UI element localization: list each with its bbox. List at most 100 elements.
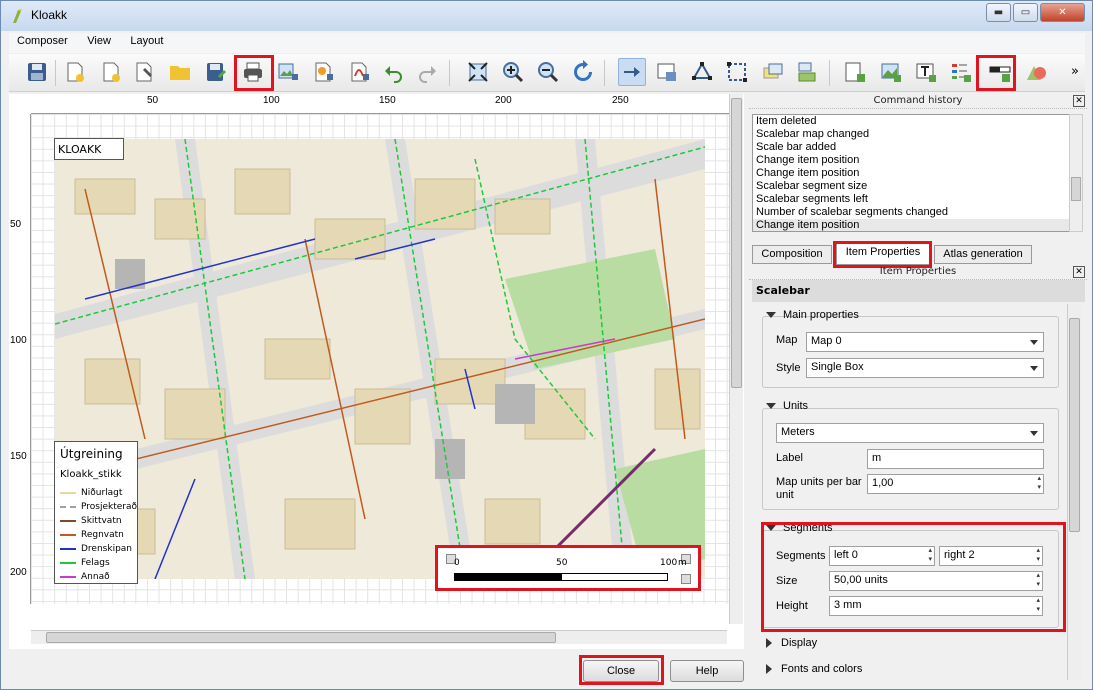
legend-entry-label: Felags	[81, 557, 110, 568]
map-label: Map	[776, 334, 798, 346]
align-items-icon[interactable]	[794, 58, 822, 86]
unit-label-input[interactable]: m	[867, 449, 1044, 469]
item-properties-panel-title: Item Properties	[749, 266, 1087, 280]
close-window-button[interactable]: ✕	[1040, 3, 1085, 22]
select-move-item-icon[interactable]	[618, 58, 646, 86]
export-image-icon[interactable]	[274, 58, 302, 86]
menu-bar: Composer View Layout	[9, 33, 1085, 53]
composer-window: Kloakk ▬ ▭ ✕ Composer View Layout » 50 1…	[0, 0, 1093, 690]
map-title-label[interactable]: KLOAKK	[54, 138, 124, 160]
history-item[interactable]: Scalebar segment size	[753, 180, 1071, 193]
edit-nodes-icon[interactable]	[688, 58, 716, 86]
add-legend-icon[interactable]	[947, 58, 975, 86]
help-button[interactable]: Help	[670, 660, 744, 682]
legend-entry: Skittvatn	[60, 514, 122, 527]
legend-item[interactable]: Útgreining Kloakk_stikk Niðurlagt Prosje…	[54, 441, 138, 584]
scroll-thumb[interactable]	[46, 632, 556, 643]
scroll-thumb[interactable]	[1071, 177, 1081, 201]
select-area-icon[interactable]	[723, 58, 751, 86]
canvas-horizontal-scrollbar[interactable]	[31, 630, 727, 644]
tab-atlas-generation[interactable]: Atlas generation	[934, 245, 1032, 264]
toolbar-overflow-icon[interactable]: »	[1071, 64, 1079, 79]
menu-view[interactable]: View	[79, 33, 119, 49]
group-title: Display	[781, 637, 818, 649]
history-item-selected[interactable]: Change item position	[753, 219, 1071, 231]
scroll-thumb[interactable]	[1069, 318, 1080, 532]
history-item[interactable]: Scalebar map changed	[753, 128, 1071, 141]
legend-entry-label: Annað	[81, 571, 110, 582]
style-combobox[interactable]: Single Box	[806, 358, 1044, 378]
duplicate-composer-icon[interactable]	[97, 58, 125, 86]
menu-composer[interactable]: Composer	[9, 33, 76, 49]
map-combobox[interactable]: Map 0	[806, 332, 1044, 352]
close-highlight	[579, 655, 664, 685]
units-header[interactable]: Units	[766, 400, 808, 412]
ruler-tick: 100	[263, 95, 280, 106]
ruler-tick: 50	[10, 219, 22, 230]
window-title: Kloakk	[31, 8, 68, 22]
display-header[interactable]: Display	[766, 637, 817, 649]
refresh-icon[interactable]	[569, 58, 597, 86]
history-item[interactable]: Scale bar added	[753, 141, 1071, 154]
legend-entry-label: Skittvatn	[81, 515, 122, 526]
tab-composition[interactable]: Composition	[752, 245, 832, 264]
add-page-icon[interactable]	[841, 58, 869, 86]
move-content-icon[interactable]	[653, 58, 681, 86]
units-combobox[interactable]: Meters	[776, 423, 1044, 443]
open-template-icon[interactable]	[166, 58, 194, 86]
zoom-full-icon[interactable]	[464, 58, 492, 86]
redo-icon[interactable]	[413, 58, 441, 86]
map-units-per-bar-spinbox[interactable]: 1,00	[867, 474, 1044, 494]
add-label-icon[interactable]	[912, 58, 940, 86]
add-map-icon[interactable]	[877, 58, 905, 86]
zoom-in-icon[interactable]	[499, 58, 527, 86]
legend-entry-label: Regnvatn	[81, 529, 124, 540]
title-bar: Kloakk ▬ ▭ ✕	[1, 1, 1092, 31]
history-item[interactable]: Item deleted	[753, 115, 1071, 128]
add-shape-icon[interactable]	[1022, 58, 1050, 86]
history-item[interactable]: Change item position	[753, 154, 1071, 167]
ruler-tick: 100	[10, 335, 27, 346]
save-template-icon[interactable]	[202, 58, 230, 86]
close-history-icon[interactable]: ✕	[1073, 95, 1085, 107]
command-history-list[interactable]: Item deleted Scalebar map changed Scale …	[752, 114, 1072, 232]
undo-icon[interactable]	[380, 58, 408, 86]
main-properties-header[interactable]: Main properties	[766, 309, 859, 321]
maximize-button[interactable]: ▭	[1013, 3, 1038, 22]
zoom-out-icon[interactable]	[534, 58, 562, 86]
scroll-thumb[interactable]	[731, 98, 742, 388]
collapse-arrow-icon	[766, 403, 776, 410]
left-ruler: 50 100 150 200	[9, 114, 31, 604]
item-properties-tab-highlight	[833, 241, 932, 268]
style-label: Style	[776, 362, 801, 374]
canvas-vertical-scrollbar[interactable]	[729, 94, 743, 624]
export-svg-icon[interactable]	[309, 58, 337, 86]
legend-entry-label: Drenskipan	[81, 543, 133, 554]
raise-items-icon[interactable]	[759, 58, 787, 86]
legend-entry: Prosjekterað	[60, 500, 137, 513]
segments-highlight	[761, 522, 1066, 632]
legend-subtitle: Kloakk_stikk	[60, 469, 122, 480]
close-properties-icon[interactable]: ✕	[1073, 266, 1085, 278]
add-scalebar-highlight	[976, 55, 1016, 91]
export-pdf-icon[interactable]	[345, 58, 373, 86]
minimize-button[interactable]: ▬	[986, 3, 1011, 22]
legend-entry: Regnvatn	[60, 528, 124, 541]
ruler-tick: 250	[612, 95, 629, 106]
fonts-colors-header[interactable]: Fonts and colors	[766, 663, 862, 675]
history-item[interactable]: Change item position	[753, 167, 1071, 180]
legend-entry: Felags	[60, 556, 110, 569]
map-item[interactable]	[55, 139, 705, 579]
unit-label-label: Label	[776, 452, 803, 464]
history-scrollbar[interactable]	[1069, 114, 1083, 232]
composer-manager-icon[interactable]	[131, 58, 159, 86]
new-composer-icon[interactable]	[61, 58, 89, 86]
legend-title: Útgreining	[60, 447, 123, 461]
properties-scrollbar[interactable]	[1067, 304, 1081, 680]
map-units-per-bar-label: Map units per bar unit	[776, 476, 862, 501]
menu-layout[interactable]: Layout	[122, 33, 171, 49]
history-panel-title: Command history	[749, 95, 1087, 109]
history-item[interactable]: Scalebar segments left	[753, 193, 1071, 206]
history-item[interactable]: Number of scalebar segments changed	[753, 206, 1071, 219]
save-project-icon[interactable]	[23, 58, 51, 86]
